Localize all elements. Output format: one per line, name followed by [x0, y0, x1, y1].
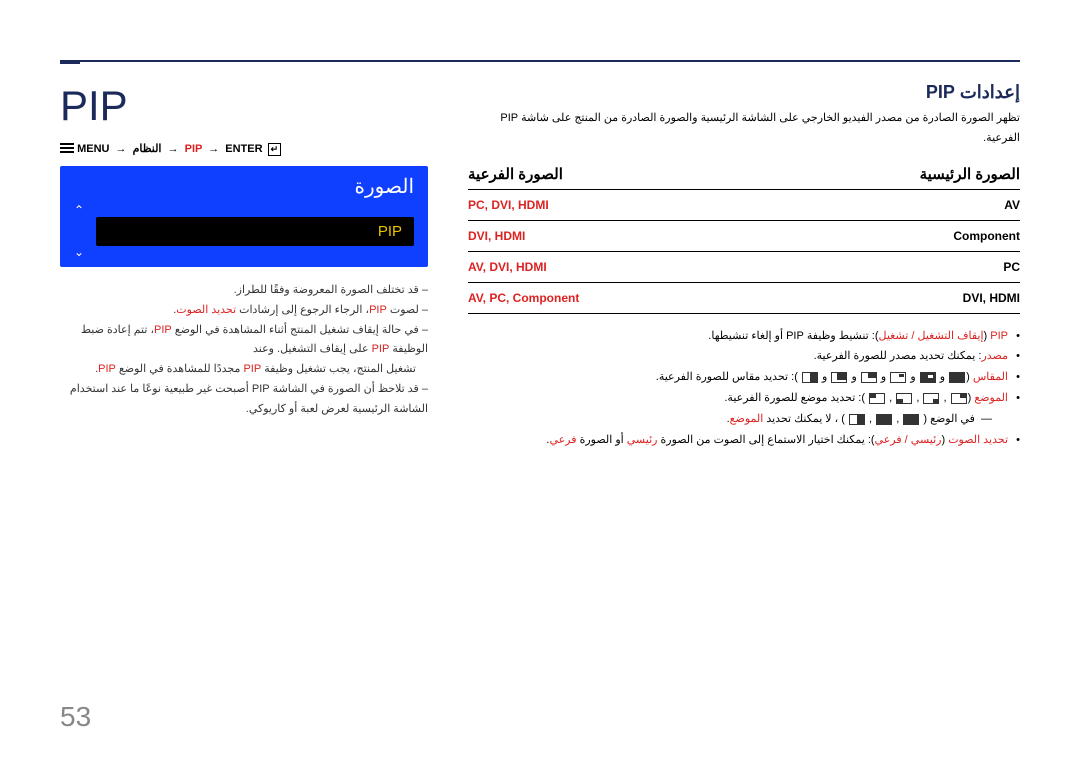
- chevron-up-icon[interactable]: ⌃: [74, 203, 84, 217]
- size-icon: [903, 414, 919, 425]
- enter-icon: ↵: [268, 143, 282, 156]
- position-icon: [869, 393, 885, 404]
- intro-text: تظهر الصورة الصادرة من مصدر الفيديو الخا…: [468, 109, 1020, 149]
- size-icon: [861, 372, 877, 383]
- table-row: PCAV, DVI, HDMI: [468, 252, 1020, 283]
- size-icon: [802, 372, 818, 383]
- size-icon: [920, 372, 936, 383]
- size-icon: [890, 372, 906, 383]
- position-icon: [923, 393, 939, 404]
- position-icon: [896, 393, 912, 404]
- chevron-down-icon[interactable]: ⌄: [74, 245, 84, 259]
- size-icon: [949, 372, 965, 383]
- table-row: ComponentDVI, HDMI: [468, 221, 1020, 252]
- size-icon: [831, 372, 847, 383]
- table-row: DVI, HDMIAV, PC, Component: [468, 283, 1020, 314]
- osd-panel: الصورة ⌃ ⌄ PIP: [60, 166, 428, 267]
- table-row: AVPC, DVI, HDMI: [468, 190, 1020, 221]
- osd-selected-item[interactable]: PIP: [96, 217, 414, 246]
- page-number: 53: [60, 701, 91, 733]
- menu-icon: [60, 143, 74, 156]
- table-head: الصورة الرئيسية الصورة الفرعية: [468, 165, 1020, 190]
- notes-block: – قد تختلف الصورة المعروضة وفقًا للطراز.…: [60, 281, 428, 420]
- osd-header: الصورة: [74, 174, 414, 199]
- size-icon: [849, 414, 865, 425]
- size-icon: [876, 414, 892, 425]
- position-icon: [951, 393, 967, 404]
- bullets: PIP (إيقاف التشغيل / تشغيل): تنشيط وظيفة…: [468, 326, 1020, 451]
- section-heading: إعدادات PIP: [468, 82, 1020, 103]
- page-title: PIP: [60, 82, 428, 130]
- breadcrumb: MENU → النظام → PIP → ENTER ↵: [60, 142, 428, 156]
